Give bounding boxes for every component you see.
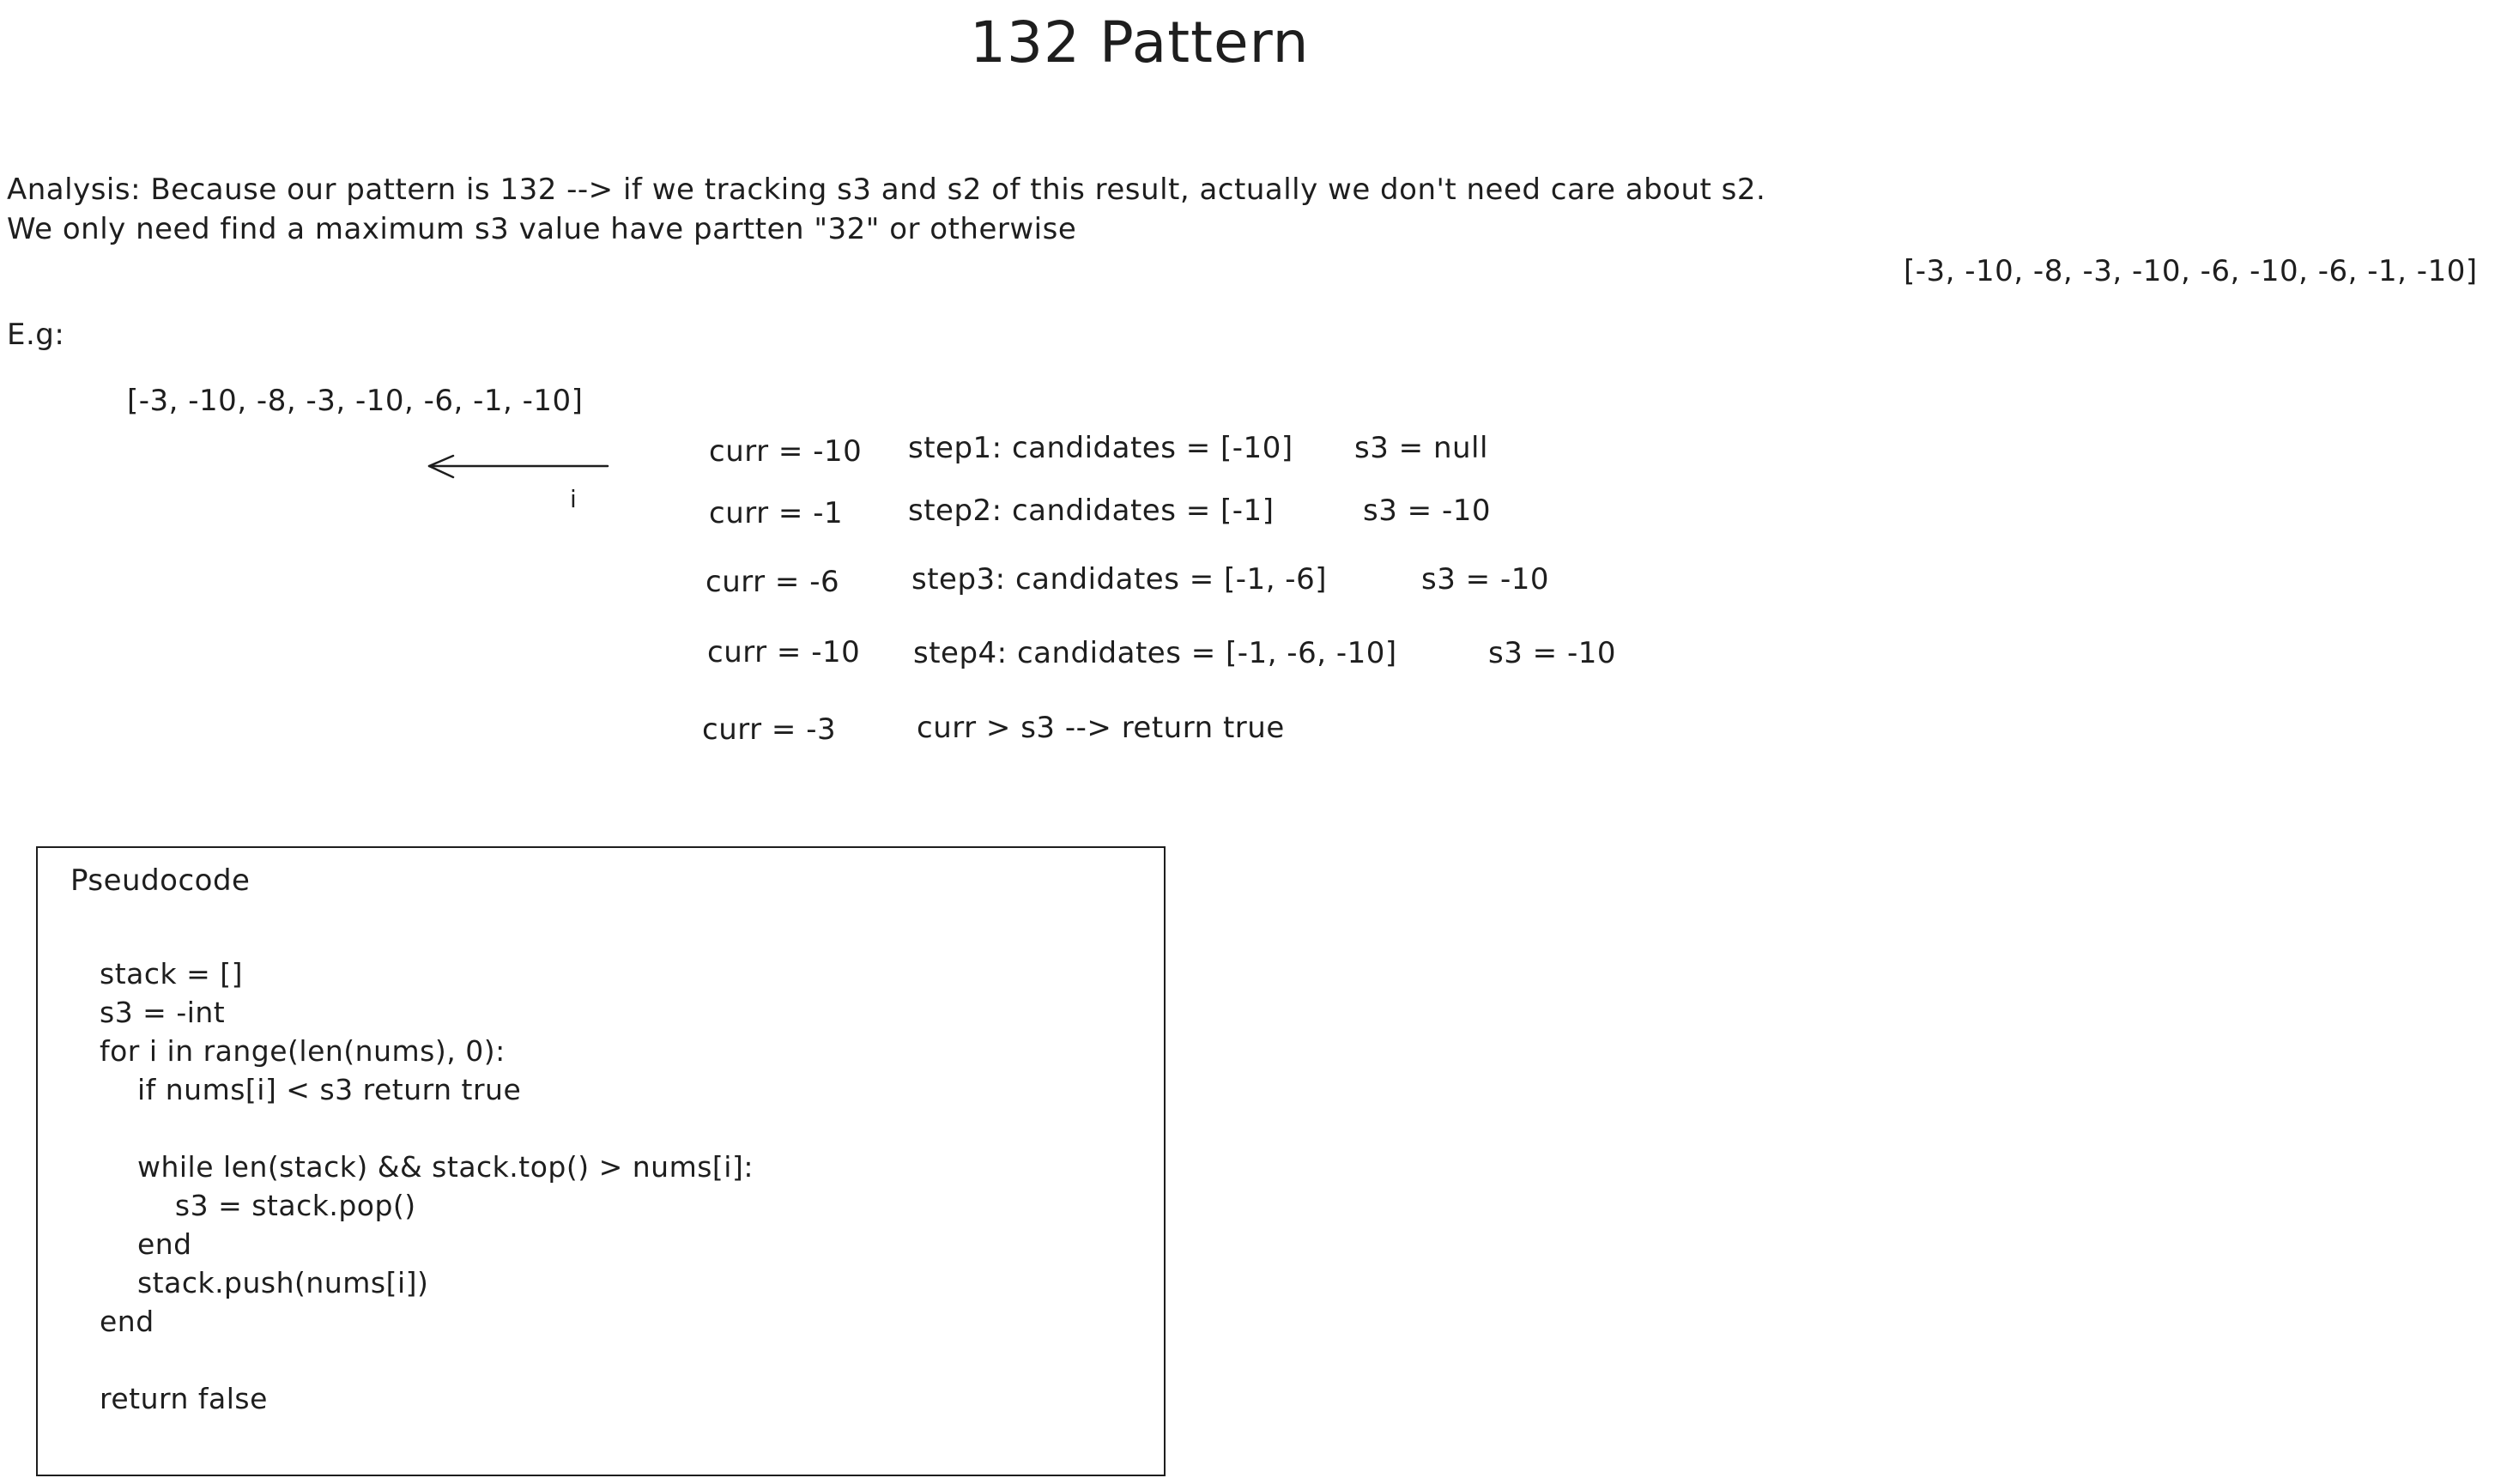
whiteboard-canvas: 132 Pattern Analysis: Because our patter… xyxy=(0,0,2513,1484)
step-2-curr: curr = -1 xyxy=(709,496,844,530)
example-array: [-3, -10, -8, -3, -10, -6, -1, -10] xyxy=(127,384,584,418)
analysis-text: Analysis: Because our pattern is 132 -->… xyxy=(7,170,1765,249)
pseudocode-title: Pseudocode xyxy=(70,863,251,898)
step-4-desc: step4: candidates = [-1, -6, -10] xyxy=(913,636,1397,670)
code-line: while len(stack) && stack.top() > nums[i… xyxy=(100,1150,754,1184)
step-5-curr: curr = -3 xyxy=(702,712,837,747)
example-label: E.g: xyxy=(7,318,65,352)
code-line: s3 = stack.pop() xyxy=(100,1189,416,1222)
step-1-desc: step1: candidates = [-10] xyxy=(908,431,1293,465)
step-1-s3: s3 = null xyxy=(1354,431,1488,465)
input-array-full: [-3, -10, -8, -3, -10, -6, -10, -6, -1, … xyxy=(1904,254,2478,288)
code-line: for i in range(len(nums), 0): xyxy=(100,1034,506,1068)
step-3-curr: curr = -6 xyxy=(705,565,840,599)
step-3-s3: s3 = -10 xyxy=(1421,562,1549,597)
code-line: return false xyxy=(100,1382,268,1415)
code-line: if nums[i] < s3 return true xyxy=(100,1073,522,1106)
step-1-curr: curr = -10 xyxy=(709,434,863,469)
step-2-desc: step2: candidates = [-1] xyxy=(908,494,1275,528)
step-3-desc: step3: candidates = [-1, -6] xyxy=(911,562,1327,597)
page-title: 132 Pattern xyxy=(970,9,1310,76)
index-pointer-label: i xyxy=(570,485,578,513)
analysis-line-1: Analysis: Because our pattern is 132 -->… xyxy=(7,173,1766,207)
pseudocode-body: stack = [] s3 = -int for i in range(len(nu… xyxy=(100,954,754,1418)
code-line: s3 = -int xyxy=(100,996,226,1029)
step-4-curr: curr = -10 xyxy=(707,635,861,669)
step-2-s3: s3 = -10 xyxy=(1363,494,1491,528)
code-line: stack = [] xyxy=(100,957,243,990)
code-line: stack.push(nums[i]) xyxy=(100,1266,429,1299)
analysis-line-2: We only need find a maximum s3 value hav… xyxy=(7,212,1077,246)
code-line: end xyxy=(100,1305,154,1338)
step-5-desc: curr > s3 --> return true xyxy=(917,711,1285,745)
code-line: end xyxy=(100,1227,192,1261)
step-4-s3: s3 = -10 xyxy=(1488,636,1616,670)
